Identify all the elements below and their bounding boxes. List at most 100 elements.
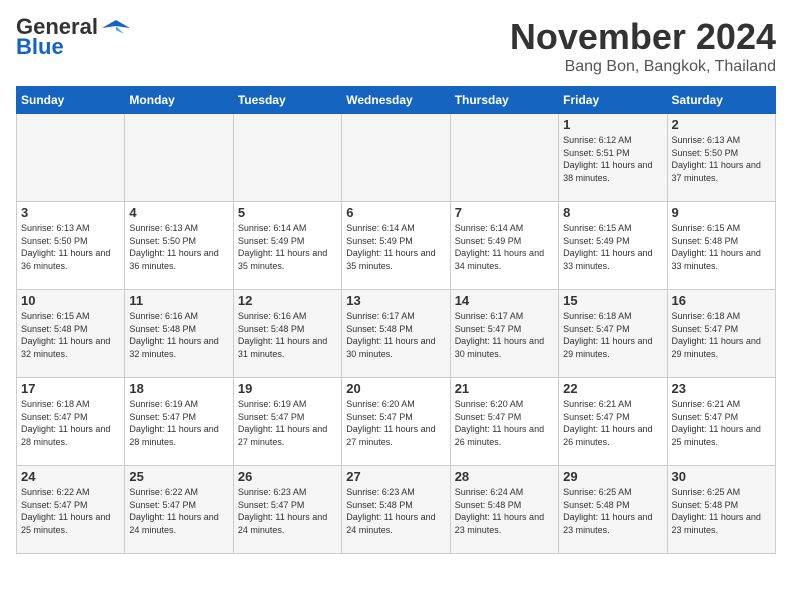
day-number: 23 bbox=[672, 381, 771, 396]
calendar-cell: 27 Sunrise: 6:23 AM Sunset: 5:48 PM Dayli… bbox=[342, 466, 450, 554]
day-number: 27 bbox=[346, 469, 445, 484]
weekday-header-monday: Monday bbox=[125, 87, 233, 114]
day-number: 11 bbox=[129, 293, 228, 308]
calendar-cell: 18Sunrise: 6:19 AM Sunset: 5:47 PM Dayli… bbox=[125, 378, 233, 466]
day-number: 5 bbox=[238, 205, 337, 220]
cell-info: Sunrise: 6:15 AM Sunset: 5:49 PM Dayligh… bbox=[563, 222, 662, 272]
cell-info: Sunrise: 6:14 AM Sunset: 5:49 PM Dayligh… bbox=[455, 222, 554, 272]
cell-info: Sunrise: 6:12 AM Sunset: 5:51 PM Dayligh… bbox=[563, 134, 662, 184]
cell-info: Sunrise: 6:18 AM Sunset: 5:47 PM Dayligh… bbox=[672, 310, 771, 360]
day-number: 13 bbox=[346, 293, 445, 308]
day-number: 2 bbox=[672, 117, 771, 132]
calendar-week-2: 3Sunrise: 6:13 AM Sunset: 5:50 PM Daylig… bbox=[17, 202, 776, 290]
calendar-cell: 16 Sunrise: 6:18 AM Sunset: 5:47 PM Dayli… bbox=[667, 290, 775, 378]
day-number: 20 bbox=[346, 381, 445, 396]
cell-info: Sunrise: 6:17 AM Sunset: 5:48 PM Dayligh… bbox=[346, 310, 445, 360]
day-number: 15 bbox=[563, 293, 662, 308]
weekday-header-wednesday: Wednesday bbox=[342, 87, 450, 114]
day-number: 26 bbox=[238, 469, 337, 484]
cell-info: Sunrise: 6:23 AM Sunset: 5:47 PM Dayligh… bbox=[238, 486, 337, 536]
calendar-cell: 20 Sunrise: 6:20 AM Sunset: 5:47 PM Dayli… bbox=[342, 378, 450, 466]
logo-blue: Blue bbox=[16, 34, 64, 60]
day-number: 7 bbox=[455, 205, 554, 220]
calendar-cell bbox=[342, 114, 450, 202]
calendar-header-row: SundayMondayTuesdayWednesdayThursdayFrid… bbox=[17, 87, 776, 114]
day-number: 28 bbox=[455, 469, 554, 484]
calendar-cell: 10Sunrise: 6:15 AM Sunset: 5:48 PM Dayli… bbox=[17, 290, 125, 378]
calendar-cell: 13 Sunrise: 6:17 AM Sunset: 5:48 PM Dayli… bbox=[342, 290, 450, 378]
day-number: 19 bbox=[238, 381, 337, 396]
day-number: 14 bbox=[455, 293, 554, 308]
day-number: 6 bbox=[346, 205, 445, 220]
cell-info: Sunrise: 6:23 AM Sunset: 5:48 PM Dayligh… bbox=[346, 486, 445, 536]
logo-bird-icon bbox=[100, 16, 132, 38]
calendar-week-5: 24 Sunrise: 6:22 AM Sunset: 5:47 PM Dayli… bbox=[17, 466, 776, 554]
calendar-cell: 24 Sunrise: 6:22 AM Sunset: 5:47 PM Dayli… bbox=[17, 466, 125, 554]
title-area: November 2024 Bang Bon, Bangkok, Thailan… bbox=[510, 16, 776, 76]
calendar-cell: 11 Sunrise: 6:16 AM Sunset: 5:48 PM Dayli… bbox=[125, 290, 233, 378]
calendar-week-3: 10Sunrise: 6:15 AM Sunset: 5:48 PM Dayli… bbox=[17, 290, 776, 378]
day-number: 29 bbox=[563, 469, 662, 484]
calendar-cell: 1 Sunrise: 6:12 AM Sunset: 5:51 PM Daylig… bbox=[559, 114, 667, 202]
calendar-cell: 7 Sunrise: 6:14 AM Sunset: 5:49 PM Daylig… bbox=[450, 202, 558, 290]
calendar-cell bbox=[450, 114, 558, 202]
cell-info: Sunrise: 6:18 AM Sunset: 5:47 PM Dayligh… bbox=[563, 310, 662, 360]
day-number: 24 bbox=[21, 469, 120, 484]
cell-info: Sunrise: 6:22 AM Sunset: 5:47 PM Dayligh… bbox=[129, 486, 228, 536]
weekday-header-sunday: Sunday bbox=[17, 87, 125, 114]
calendar-cell: 9 Sunrise: 6:15 AM Sunset: 5:48 PM Daylig… bbox=[667, 202, 775, 290]
calendar-cell bbox=[233, 114, 341, 202]
calendar-table: SundayMondayTuesdayWednesdayThursdayFrid… bbox=[16, 86, 776, 554]
cell-info: Sunrise: 6:22 AM Sunset: 5:47 PM Dayligh… bbox=[21, 486, 120, 536]
day-number: 1 bbox=[563, 117, 662, 132]
cell-info: Sunrise: 6:14 AM Sunset: 5:49 PM Dayligh… bbox=[346, 222, 445, 272]
cell-info: Sunrise: 6:16 AM Sunset: 5:48 PM Dayligh… bbox=[129, 310, 228, 360]
day-number: 16 bbox=[672, 293, 771, 308]
weekday-header-friday: Friday bbox=[559, 87, 667, 114]
calendar-cell: 6 Sunrise: 6:14 AM Sunset: 5:49 PM Daylig… bbox=[342, 202, 450, 290]
calendar-cell: 23 Sunrise: 6:21 AM Sunset: 5:47 PM Dayli… bbox=[667, 378, 775, 466]
cell-info: Sunrise: 6:19 AM Sunset: 5:47 PM Dayligh… bbox=[238, 398, 337, 448]
cell-info: Sunrise: 6:21 AM Sunset: 5:47 PM Dayligh… bbox=[563, 398, 662, 448]
cell-info: Sunrise: 6:21 AM Sunset: 5:47 PM Dayligh… bbox=[672, 398, 771, 448]
day-number: 4 bbox=[129, 205, 228, 220]
calendar-cell: 19 Sunrise: 6:19 AM Sunset: 5:47 PM Dayli… bbox=[233, 378, 341, 466]
cell-info: Sunrise: 6:24 AM Sunset: 5:48 PM Dayligh… bbox=[455, 486, 554, 536]
header: General Blue November 2024 Bang Bon, Ban… bbox=[16, 16, 776, 76]
weekday-header-tuesday: Tuesday bbox=[233, 87, 341, 114]
calendar-cell: 3Sunrise: 6:13 AM Sunset: 5:50 PM Daylig… bbox=[17, 202, 125, 290]
calendar-cell: 12 Sunrise: 6:16 AM Sunset: 5:48 PM Dayli… bbox=[233, 290, 341, 378]
day-number: 9 bbox=[672, 205, 771, 220]
calendar-week-4: 17 Sunrise: 6:18 AM Sunset: 5:47 PM Dayli… bbox=[17, 378, 776, 466]
calendar-cell bbox=[125, 114, 233, 202]
cell-info: Sunrise: 6:15 AM Sunset: 5:48 PM Dayligh… bbox=[21, 310, 120, 360]
calendar-cell: 17 Sunrise: 6:18 AM Sunset: 5:47 PM Dayli… bbox=[17, 378, 125, 466]
cell-info: Sunrise: 6:16 AM Sunset: 5:48 PM Dayligh… bbox=[238, 310, 337, 360]
calendar-week-1: 1 Sunrise: 6:12 AM Sunset: 5:51 PM Daylig… bbox=[17, 114, 776, 202]
calendar-cell: 5 Sunrise: 6:14 AM Sunset: 5:49 PM Daylig… bbox=[233, 202, 341, 290]
cell-info: Sunrise: 6:25 AM Sunset: 5:48 PM Dayligh… bbox=[672, 486, 771, 536]
logo: General Blue bbox=[16, 16, 132, 60]
cell-info: Sunrise: 6:20 AM Sunset: 5:47 PM Dayligh… bbox=[455, 398, 554, 448]
day-number: 30 bbox=[672, 469, 771, 484]
calendar-cell: 2Sunrise: 6:13 AM Sunset: 5:50 PM Daylig… bbox=[667, 114, 775, 202]
calendar-cell: 4 Sunrise: 6:13 AM Sunset: 5:50 PM Daylig… bbox=[125, 202, 233, 290]
cell-info: Sunrise: 6:14 AM Sunset: 5:49 PM Dayligh… bbox=[238, 222, 337, 272]
day-number: 8 bbox=[563, 205, 662, 220]
calendar-cell: 28 Sunrise: 6:24 AM Sunset: 5:48 PM Dayli… bbox=[450, 466, 558, 554]
day-number: 12 bbox=[238, 293, 337, 308]
calendar-cell bbox=[17, 114, 125, 202]
calendar-cell: 22Sunrise: 6:21 AM Sunset: 5:47 PM Dayli… bbox=[559, 378, 667, 466]
day-number: 17 bbox=[21, 381, 120, 396]
day-number: 21 bbox=[455, 381, 554, 396]
cell-info: Sunrise: 6:13 AM Sunset: 5:50 PM Dayligh… bbox=[129, 222, 228, 272]
cell-info: Sunrise: 6:25 AM Sunset: 5:48 PM Dayligh… bbox=[563, 486, 662, 536]
cell-info: Sunrise: 6:20 AM Sunset: 5:47 PM Dayligh… bbox=[346, 398, 445, 448]
cell-info: Sunrise: 6:15 AM Sunset: 5:48 PM Dayligh… bbox=[672, 222, 771, 272]
location-title: Bang Bon, Bangkok, Thailand bbox=[510, 58, 776, 76]
calendar-cell: 30 Sunrise: 6:25 AM Sunset: 5:48 PM Dayli… bbox=[667, 466, 775, 554]
calendar-cell: 8 Sunrise: 6:15 AM Sunset: 5:49 PM Daylig… bbox=[559, 202, 667, 290]
cell-info: Sunrise: 6:18 AM Sunset: 5:47 PM Dayligh… bbox=[21, 398, 120, 448]
weekday-header-saturday: Saturday bbox=[667, 87, 775, 114]
day-number: 25 bbox=[129, 469, 228, 484]
